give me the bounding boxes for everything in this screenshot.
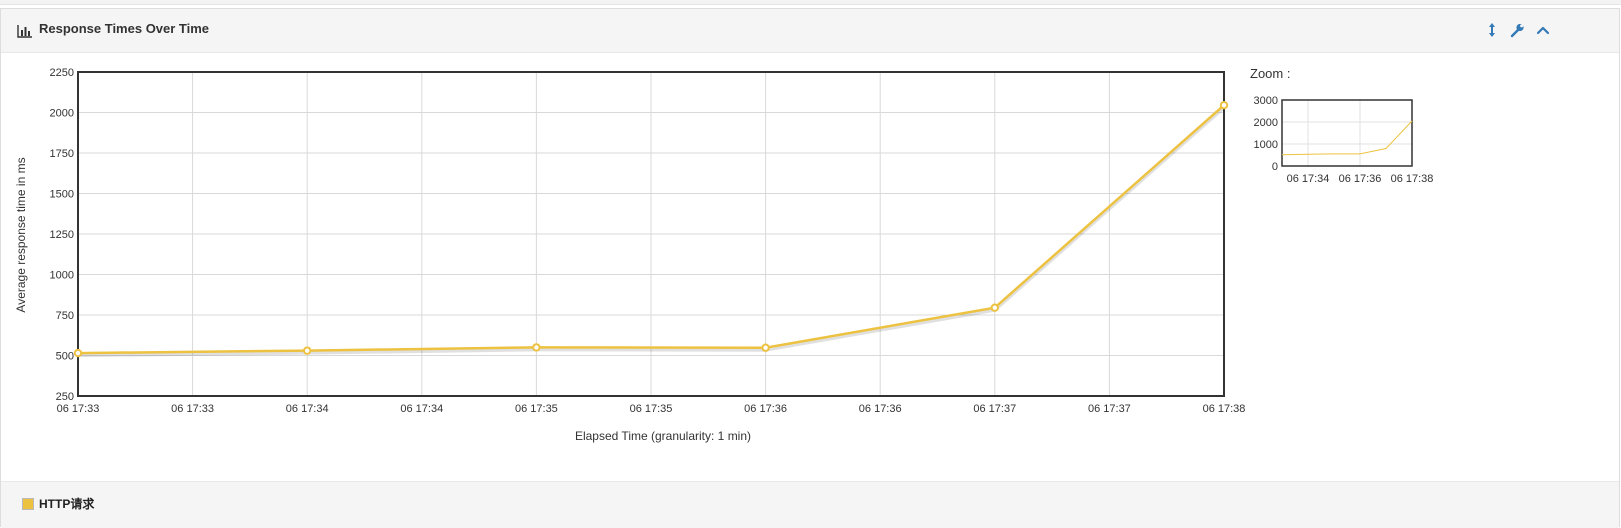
overview-series-line <box>1281 120 1413 156</box>
overview-x-tick-label: 06 17:38 <box>1391 173 1434 185</box>
zoom-label: Zoom : <box>1250 66 1291 81</box>
overview-y-tick-label: 3000 <box>1254 95 1278 107</box>
overview-y-tick-label: 1000 <box>1254 139 1278 151</box>
overview-y-tick-label: 0 <box>1272 161 1278 173</box>
response-time-chart[interactable]: 250 500 750 1000 1250 1500 1750 2000 2250 06 17:3… <box>0 0 1621 470</box>
overview-y-tick-label: 2000 <box>1254 117 1278 129</box>
x-tick-label: 06 17:37 <box>1088 403 1131 415</box>
data-point <box>761 343 770 352</box>
y-axis-label: Average response time in ms <box>14 157 28 312</box>
y-tick-label: 2250 <box>50 67 74 79</box>
data-point <box>73 348 83 358</box>
overview-x-tick-label: 06 17:36 <box>1339 173 1382 185</box>
x-axis-label: Elapsed Time (granularity: 1 min) <box>575 429 751 443</box>
y-tick-label: 1750 <box>50 148 74 160</box>
data-point <box>303 346 312 355</box>
legend: HTTP请求 <box>1 481 1619 528</box>
y-tick-label: 500 <box>56 351 74 363</box>
y-tick-label: 1500 <box>50 189 74 201</box>
x-tick-label: 06 17:33 <box>57 403 100 415</box>
x-tick-label: 06 17:36 <box>744 403 787 415</box>
overview-frame <box>1281 99 1413 167</box>
x-tick-label: 06 17:34 <box>400 403 443 415</box>
x-tick-label: 06 17:37 <box>973 403 1016 415</box>
y-tick-label: 250 <box>56 391 74 403</box>
y-tick-label: 2000 <box>50 108 74 120</box>
x-tick-label: 06 17:36 <box>859 403 902 415</box>
overview-x-tick-label: 06 17:34 <box>1287 173 1330 185</box>
zoom-overview-chart[interactable]: 0 1000 2000 3000 06 17:34 06 17:36 06 17:38 <box>1240 90 1450 190</box>
x-tick-label: 06 17:35 <box>630 403 673 415</box>
x-tick-label: 06 17:35 <box>515 403 558 415</box>
chart-area: 250 500 750 1000 1250 1500 1750 2000 2250 06 17:3… <box>0 0 1621 470</box>
data-point <box>1219 101 1229 110</box>
y-tick-label: 750 <box>56 310 74 322</box>
x-tick-label: 06 17:33 <box>171 403 214 415</box>
legend-swatch <box>22 498 34 510</box>
data-point <box>990 303 999 312</box>
x-tick-label: 06 17:38 <box>1203 403 1246 415</box>
legend-label: HTTP请求 <box>39 497 95 511</box>
y-tick-label: 1250 <box>50 229 74 241</box>
x-tick-label: 06 17:34 <box>286 403 329 415</box>
y-tick-label: 1000 <box>50 270 74 282</box>
data-point <box>532 343 541 352</box>
